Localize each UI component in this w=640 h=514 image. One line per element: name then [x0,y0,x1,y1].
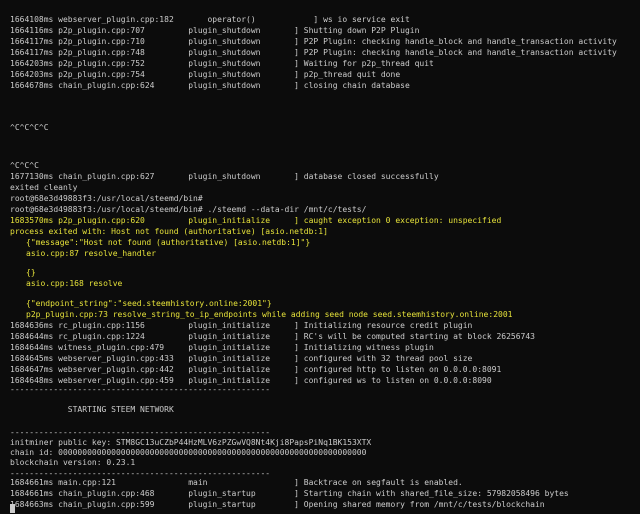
terminal-line: 1664203ms p2p_plugin.cpp:752 plugin_shut… [10,59,434,68]
terminal-line: 1684647ms webserver_plugin.cpp:442 plugi… [10,365,502,374]
terminal-line: 1684644ms rc_plugin.cpp:1224 plugin_init… [10,332,535,341]
terminal-line: {"endpoint_string":"seed.steemhistory.on… [26,299,272,308]
terminal-line: 1677130ms chain_plugin.cpp:627 plugin_sh… [10,172,439,181]
terminal-window[interactable]: 1664108ms webserver_plugin.cpp:182 opera… [0,0,640,514]
terminal-line: 1684644ms witness_plugin.cpp:479 plugin_… [10,343,434,352]
terminal-line: {"message":"Host not found (authoritativ… [26,238,311,247]
terminal-line: ^C^C^C^C [10,123,49,132]
terminal-line: 1664108ms webserver_plugin.cpp:182 opera… [10,15,410,24]
terminal-line: process exited with: Host not found (aut… [10,227,328,236]
terminal-line: 1684661ms main.cpp:121 main ] Backtrace … [10,478,463,487]
terminal-line: 1664117ms p2p_plugin.cpp:710 plugin_shut… [10,37,617,46]
terminal-line: 1664678ms chain_plugin.cpp:624 plugin_sh… [10,81,410,90]
terminal-line: 1683570ms p2p_plugin.cpp:620 plugin_init… [10,216,502,225]
terminal-line: 1684663ms chain_plugin.cpp:599 plugin_st… [10,500,545,509]
terminal-line: exited cleanly [10,183,78,192]
terminal-line: blockchain version: 0.23.1 [10,458,136,467]
terminal-line: ^C^C^C [10,161,39,170]
terminal-line: 1664203ms p2p_plugin.cpp:754 plugin_shut… [10,70,401,79]
terminal-line: 1684661ms chain_plugin.cpp:468 plugin_st… [10,489,569,498]
terminal-line: STARTING STEEM NETWORK [10,405,174,414]
terminal-line: ----------------------------------------… [10,385,271,394]
terminal-line: 1664117ms p2p_plugin.cpp:748 plugin_shut… [10,48,617,57]
terminal-line: 1684645ms webserver_plugin.cpp:433 plugi… [10,354,473,363]
terminal-line: root@68e3d49883f3:/usr/local/steemd/bin#… [10,205,367,214]
terminal-line: asio.cpp:168 resolve [26,279,123,288]
terminal-line: 1664116ms p2p_plugin.cpp:707 plugin_shut… [10,26,420,35]
terminal-line: p2p_plugin.cpp:73 resolve_string_to_ip_e… [26,310,513,319]
terminal-line: {} [26,268,36,277]
terminal-line: asio.cpp:87 resolve_handler [26,249,157,258]
terminal-line: 1684636ms rc_plugin.cpp:1156 plugin_init… [10,321,473,330]
terminal-line: root@68e3d49883f3:/usr/local/steemd/bin# [10,194,203,203]
